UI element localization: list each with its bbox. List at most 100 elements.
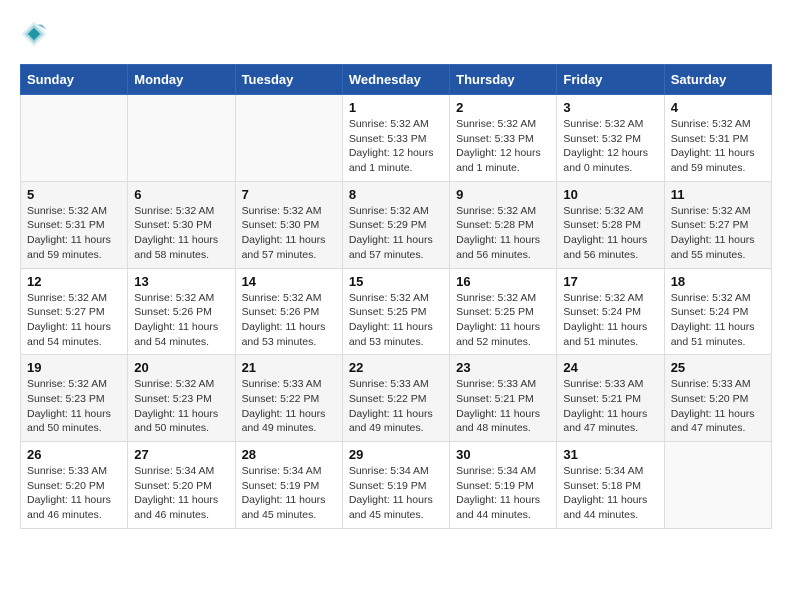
page: SundayMondayTuesdayWednesdayThursdayFrid… [0,0,792,549]
day-number: 22 [349,360,443,375]
logo-icon [20,20,48,48]
day-info: Sunrise: 5:33 AM Sunset: 5:22 PM Dayligh… [349,377,443,436]
calendar-cell: 23 Sunrise: 5:33 AM Sunset: 5:21 PM Dayli… [450,355,557,442]
calendar-cell: 7 Sunrise: 5:32 AM Sunset: 5:30 PM Daylig… [235,181,342,268]
day-number: 12 [27,274,121,289]
day-number: 3 [563,100,657,115]
calendar-cell: 15 Sunrise: 5:32 AM Sunset: 5:25 PM Dayli… [342,268,449,355]
day-info: Sunrise: 5:32 AM Sunset: 5:26 PM Dayligh… [242,291,336,350]
calendar-cell: 18Sunrise: 5:32 AM Sunset: 5:24 PM Dayli… [664,268,771,355]
calendar-cell: 4 Sunrise: 5:32 AM Sunset: 5:31 PM Daylig… [664,95,771,182]
day-number: 23 [456,360,550,375]
day-number: 30 [456,447,550,462]
day-number: 10 [563,187,657,202]
calendar-week-row: 12 Sunrise: 5:32 AM Sunset: 5:27 PM Dayli… [21,268,772,355]
day-info: Sunrise: 5:32 AM Sunset: 5:24 PM Dayligh… [563,291,657,350]
day-info: Sunrise: 5:32 AM Sunset: 5:30 PM Dayligh… [134,204,228,263]
logo [20,20,52,48]
day-info: Sunrise: 5:33 AM Sunset: 5:22 PM Dayligh… [242,377,336,436]
day-number: 7 [242,187,336,202]
day-number: 8 [349,187,443,202]
calendar-cell: 11Sunrise: 5:32 AM Sunset: 5:27 PM Dayli… [664,181,771,268]
day-info: Sunrise: 5:32 AM Sunset: 5:28 PM Dayligh… [456,204,550,263]
day-info: Sunrise: 5:32 AM Sunset: 5:30 PM Dayligh… [242,204,336,263]
day-number: 31 [563,447,657,462]
calendar: SundayMondayTuesdayWednesdayThursdayFrid… [20,64,772,529]
day-number: 4 [671,100,765,115]
day-info: Sunrise: 5:32 AM Sunset: 5:31 PM Dayligh… [27,204,121,263]
day-number: 21 [242,360,336,375]
calendar-cell: 19 Sunrise: 5:32 AM Sunset: 5:23 PM Dayli… [21,355,128,442]
day-info: Sunrise: 5:32 AM Sunset: 5:31 PM Dayligh… [671,117,765,176]
day-info: Sunrise: 5:32 AM Sunset: 5:23 PM Dayligh… [134,377,228,436]
day-number: 28 [242,447,336,462]
calendar-cell [128,95,235,182]
day-info: Sunrise: 5:33 AM Sunset: 5:21 PM Dayligh… [456,377,550,436]
calendar-cell: 27 Sunrise: 5:34 AM Sunset: 5:20 PM Dayli… [128,442,235,529]
calendar-cell: 13 Sunrise: 5:32 AM Sunset: 5:26 PM Dayli… [128,268,235,355]
day-number: 5 [27,187,121,202]
day-info: Sunrise: 5:34 AM Sunset: 5:20 PM Dayligh… [134,464,228,523]
day-info: Sunrise: 5:33 AM Sunset: 5:21 PM Dayligh… [563,377,657,436]
calendar-cell: 30 Sunrise: 5:34 AM Sunset: 5:19 PM Dayli… [450,442,557,529]
day-number: 9 [456,187,550,202]
day-number: 6 [134,187,228,202]
day-info: Sunrise: 5:32 AM Sunset: 5:24 PM Dayligh… [671,291,765,350]
day-number: 24 [563,360,657,375]
day-number: 16 [456,274,550,289]
day-info: Sunrise: 5:32 AM Sunset: 5:27 PM Dayligh… [27,291,121,350]
day-info: Sunrise: 5:32 AM Sunset: 5:25 PM Dayligh… [349,291,443,350]
calendar-cell [664,442,771,529]
weekday-header: Tuesday [235,65,342,95]
calendar-cell: 1Sunrise: 5:32 AM Sunset: 5:33 PM Daylig… [342,95,449,182]
day-number: 20 [134,360,228,375]
day-number: 25 [671,360,765,375]
weekday-header: Wednesday [342,65,449,95]
day-info: Sunrise: 5:32 AM Sunset: 5:25 PM Dayligh… [456,291,550,350]
day-number: 15 [349,274,443,289]
day-info: Sunrise: 5:34 AM Sunset: 5:19 PM Dayligh… [242,464,336,523]
calendar-cell: 14 Sunrise: 5:32 AM Sunset: 5:26 PM Dayli… [235,268,342,355]
day-info: Sunrise: 5:32 AM Sunset: 5:32 PM Dayligh… [563,117,657,176]
day-info: Sunrise: 5:32 AM Sunset: 5:23 PM Dayligh… [27,377,121,436]
day-info: Sunrise: 5:32 AM Sunset: 5:28 PM Dayligh… [563,204,657,263]
calendar-cell: 3 Sunrise: 5:32 AM Sunset: 5:32 PM Daylig… [557,95,664,182]
day-number: 13 [134,274,228,289]
calendar-cell: 24 Sunrise: 5:33 AM Sunset: 5:21 PM Dayli… [557,355,664,442]
day-number: 26 [27,447,121,462]
day-number: 14 [242,274,336,289]
calendar-cell: 21 Sunrise: 5:33 AM Sunset: 5:22 PM Dayli… [235,355,342,442]
day-info: Sunrise: 5:34 AM Sunset: 5:19 PM Dayligh… [456,464,550,523]
day-number: 19 [27,360,121,375]
header [20,20,772,48]
weekday-header: Monday [128,65,235,95]
day-info: Sunrise: 5:33 AM Sunset: 5:20 PM Dayligh… [27,464,121,523]
day-number: 27 [134,447,228,462]
calendar-cell: 16 Sunrise: 5:32 AM Sunset: 5:25 PM Dayli… [450,268,557,355]
calendar-cell: 12 Sunrise: 5:32 AM Sunset: 5:27 PM Dayli… [21,268,128,355]
day-info: Sunrise: 5:34 AM Sunset: 5:19 PM Dayligh… [349,464,443,523]
day-info: Sunrise: 5:32 AM Sunset: 5:26 PM Dayligh… [134,291,228,350]
day-info: Sunrise: 5:32 AM Sunset: 5:27 PM Dayligh… [671,204,765,263]
weekday-header: Sunday [21,65,128,95]
calendar-cell: 9 Sunrise: 5:32 AM Sunset: 5:28 PM Daylig… [450,181,557,268]
calendar-cell: 8Sunrise: 5:32 AM Sunset: 5:29 PM Daylig… [342,181,449,268]
day-number: 1 [349,100,443,115]
calendar-week-row: 1Sunrise: 5:32 AM Sunset: 5:33 PM Daylig… [21,95,772,182]
calendar-cell: 25 Sunrise: 5:33 AM Sunset: 5:20 PM Dayli… [664,355,771,442]
calendar-cell: 28 Sunrise: 5:34 AM Sunset: 5:19 PM Dayli… [235,442,342,529]
calendar-header-row: SundayMondayTuesdayWednesdayThursdayFrid… [21,65,772,95]
calendar-cell: 2Sunrise: 5:32 AM Sunset: 5:33 PM Daylig… [450,95,557,182]
calendar-cell [235,95,342,182]
calendar-cell: 31 Sunrise: 5:34 AM Sunset: 5:18 PM Dayli… [557,442,664,529]
day-number: 17 [563,274,657,289]
calendar-cell: 29Sunrise: 5:34 AM Sunset: 5:19 PM Dayli… [342,442,449,529]
day-info: Sunrise: 5:33 AM Sunset: 5:20 PM Dayligh… [671,377,765,436]
weekday-header: Thursday [450,65,557,95]
calendar-cell [21,95,128,182]
calendar-cell: 6 Sunrise: 5:32 AM Sunset: 5:30 PM Daylig… [128,181,235,268]
day-info: Sunrise: 5:34 AM Sunset: 5:18 PM Dayligh… [563,464,657,523]
weekday-header: Saturday [664,65,771,95]
calendar-cell: 20 Sunrise: 5:32 AM Sunset: 5:23 PM Dayli… [128,355,235,442]
calendar-cell: 26 Sunrise: 5:33 AM Sunset: 5:20 PM Dayli… [21,442,128,529]
